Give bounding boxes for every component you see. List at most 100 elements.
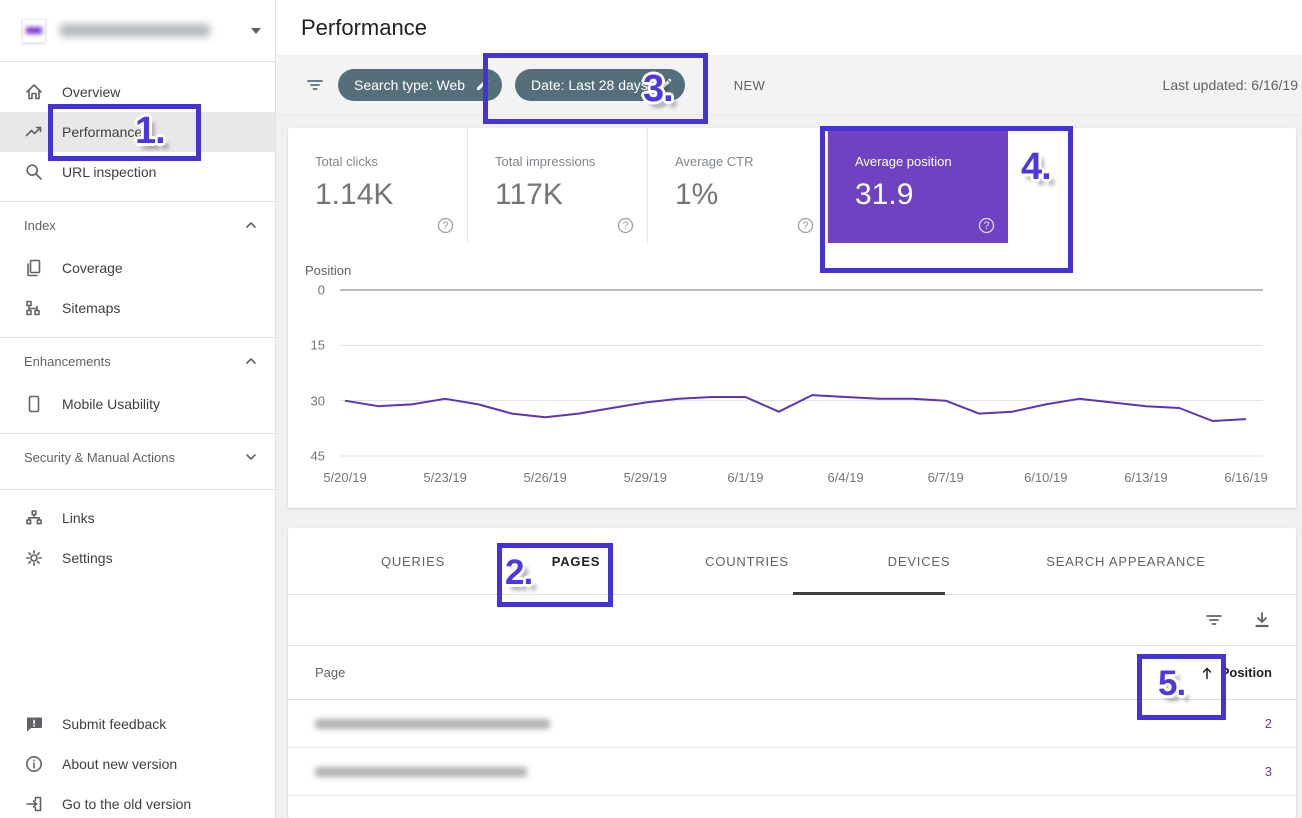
sidebar-item-label: Go to the old version: [62, 796, 191, 812]
chevron-up-icon: [245, 355, 257, 367]
position-value: 2: [1265, 716, 1272, 731]
table-header-row: Page Position: [288, 645, 1296, 700]
tab-countries[interactable]: COUNTRIES: [705, 528, 789, 595]
table-row[interactable]: 2: [288, 700, 1296, 748]
dimensions-table-card: QUERIES PAGES COUNTRIES DEVICES SEARCH A…: [288, 528, 1296, 818]
help-icon[interactable]: ?: [978, 217, 995, 234]
search-type-chip[interactable]: Search type: Web: [338, 69, 502, 101]
metric-value: 31.9: [855, 178, 1008, 212]
tab-pages[interactable]: PAGES: [552, 528, 601, 595]
gear-icon: [24, 548, 44, 568]
filter-list-icon[interactable]: [305, 75, 325, 95]
sort-ascending-icon[interactable]: [1199, 665, 1215, 681]
svg-text:?: ?: [802, 220, 808, 232]
chevron-up-icon: [245, 219, 257, 231]
tab-search-appearance[interactable]: SEARCH APPEARANCE: [1046, 528, 1206, 595]
sidebar-section-enhancements[interactable]: Enhancements: [0, 338, 275, 384]
filter-table-icon[interactable]: [1204, 610, 1224, 630]
content: Total clicks 1.14K ? Total impressions 1…: [276, 115, 1302, 818]
coverage-pages-icon: [24, 258, 44, 278]
home-icon: [24, 82, 44, 102]
x-tick-label: 6/10/19: [1024, 470, 1067, 485]
sidebar-item-about-new-version[interactable]: About new version: [0, 744, 275, 784]
svg-text:?: ?: [983, 220, 989, 232]
position-chart: Position 0153045 5/20/195/23/195/26/195/…: [288, 243, 1296, 508]
sidebar-item-submit-feedback[interactable]: Submit feedback: [0, 704, 275, 744]
line-chart[interactable]: [288, 243, 1296, 508]
edit-pencil-icon: [475, 78, 489, 92]
sidebar-item-sitemaps[interactable]: Sitemaps: [0, 288, 275, 328]
redacted-page-url: [315, 767, 527, 777]
help-icon[interactable]: ?: [797, 217, 814, 234]
tab-devices[interactable]: DEVICES: [888, 528, 951, 595]
metric-label: Total clicks: [315, 154, 467, 169]
download-icon[interactable]: [1252, 610, 1272, 630]
column-header-page[interactable]: Page: [315, 665, 345, 680]
sidebar-item-coverage[interactable]: Coverage: [0, 248, 275, 288]
links-icon: [24, 508, 44, 528]
active-tab-indicator: [793, 592, 945, 595]
x-tick-label: 5/26/19: [524, 470, 567, 485]
exit-to-app-icon: [24, 794, 44, 814]
new-filter-badge[interactable]: NEW: [734, 78, 765, 93]
filter-bar: Search type: Web Date: Last 28 days NEW …: [276, 56, 1302, 115]
sidebar-item-links[interactable]: Links: [0, 498, 275, 538]
metric-total-impressions[interactable]: Total impressions 117K ?: [468, 128, 648, 243]
metric-average-ctr[interactable]: Average CTR 1% ?: [648, 128, 828, 243]
sitemaps-icon: [24, 298, 44, 318]
sidebar-section-index[interactable]: Index: [0, 202, 275, 248]
chevron-down-icon: [245, 451, 257, 463]
sidebar-item-label: Overview: [62, 84, 120, 100]
y-tick-label: 15: [288, 338, 325, 353]
help-icon[interactable]: ?: [617, 217, 634, 234]
y-tick-label: 0: [288, 283, 325, 298]
page-header: Performance: [276, 0, 1302, 56]
sidebar-item-label: Mobile Usability: [62, 396, 160, 412]
metric-total-clicks[interactable]: Total clicks 1.14K ?: [288, 128, 468, 243]
date-range-chip[interactable]: Date: Last 28 days: [515, 69, 685, 101]
sidebar-item-mobile-usability[interactable]: Mobile Usability: [0, 384, 275, 424]
trending-up-icon: [24, 122, 44, 142]
metric-average-position[interactable]: Average position 31.9 ?: [828, 128, 1008, 243]
edit-pencil-icon: [658, 78, 672, 92]
property-selector[interactable]: [0, 0, 275, 62]
chip-label: Search type: Web: [354, 77, 465, 93]
y-tick-label: 30: [288, 393, 325, 408]
sidebar-item-label: About new version: [62, 756, 177, 772]
sidebar: Overview Performance URL inspection Inde…: [0, 0, 276, 818]
column-header-position[interactable]: Position: [1221, 665, 1272, 680]
sidebar-item-overview[interactable]: Overview: [0, 72, 275, 112]
chip-label: Date: Last 28 days: [531, 77, 648, 93]
sidebar-item-url-inspection[interactable]: URL inspection: [0, 152, 275, 192]
search-console-app: Overview Performance URL inspection Inde…: [0, 0, 1302, 818]
metric-label: Average CTR: [675, 154, 827, 169]
dropdown-caret-icon: [251, 28, 261, 34]
section-title: Index: [24, 218, 56, 233]
tab-queries[interactable]: QUERIES: [381, 528, 445, 595]
sidebar-item-performance[interactable]: Performance: [0, 112, 275, 152]
metric-value: 117K: [495, 178, 647, 212]
help-icon[interactable]: ?: [437, 217, 454, 234]
section-title: Enhancements: [24, 354, 111, 369]
sidebar-section-security[interactable]: Security & Manual Actions: [0, 434, 275, 480]
x-tick-label: 5/23/19: [423, 470, 466, 485]
x-tick-label: 6/16/19: [1224, 470, 1267, 485]
sidebar-item-label: Links: [62, 510, 95, 526]
site-logo: [22, 19, 46, 43]
info-icon: [24, 754, 44, 774]
feedback-icon: [24, 714, 44, 734]
table-row[interactable]: 3: [288, 748, 1296, 796]
sidebar-item-label: Performance: [62, 124, 142, 140]
x-tick-label: 6/1/19: [727, 470, 763, 485]
metric-spacer: [1008, 128, 1296, 243]
sidebar-item-go-to-old-version[interactable]: Go to the old version: [0, 784, 275, 818]
x-tick-label: 5/20/19: [323, 470, 366, 485]
sidebar-footer: Submit feedback About new version Go to …: [0, 704, 275, 818]
search-icon: [24, 162, 44, 182]
x-tick-label: 6/13/19: [1124, 470, 1167, 485]
metric-cards: Total clicks 1.14K ? Total impressions 1…: [288, 128, 1296, 243]
main-area: Performance Search type: Web Date: Last …: [276, 0, 1302, 818]
sidebar-item-settings[interactable]: Settings: [0, 538, 275, 578]
sidebar-nav: Overview Performance URL inspection Inde…: [0, 62, 275, 578]
y-tick-label: 45: [288, 449, 325, 464]
